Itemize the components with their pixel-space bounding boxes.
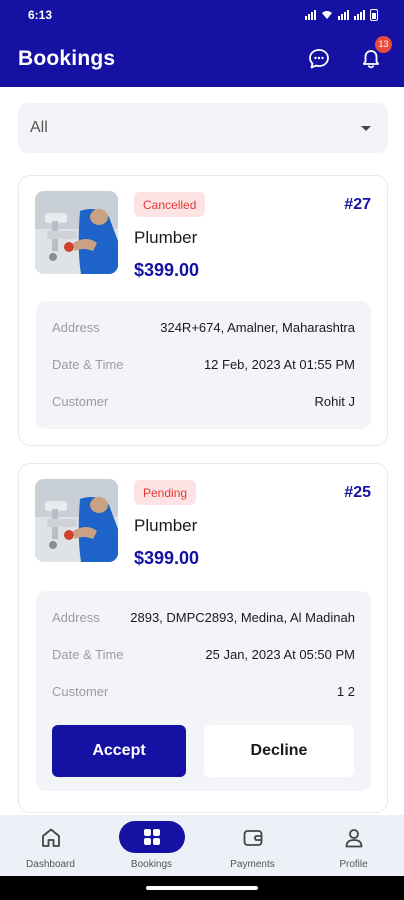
status-bar: 6:13 (0, 0, 404, 30)
home-indicator[interactable] (146, 886, 258, 890)
decline-button[interactable]: Decline (204, 725, 354, 777)
datetime-label: Date & Time (52, 356, 124, 372)
address-row: Address 2893, DMPC2893, Medina, Al Madin… (52, 607, 355, 627)
service-image (35, 191, 118, 274)
accept-button[interactable]: Accept (52, 725, 186, 777)
status-filter-dropdown[interactable]: All (18, 103, 388, 153)
customer-value: Rohit J (314, 393, 355, 409)
nav-label-bookings: Bookings (130, 859, 173, 870)
datetime-label: Date & Time (52, 646, 124, 662)
app-header: Bookings 13 (0, 30, 404, 87)
datetime-row: Date & Time 25 Jan, 2023 At 05:50 PM (52, 644, 355, 664)
customer-row: Customer Rohit J (52, 391, 355, 411)
notification-badge: 13 (375, 35, 392, 53)
caret-down-icon (361, 125, 371, 131)
address-row: Address 324R+674, Amalner, Maharashtra (52, 317, 355, 337)
customer-row: Customer 1 2 (52, 681, 355, 701)
booking-details: Address 324R+674, Amalner, Maharashtra D… (36, 301, 371, 429)
booking-card[interactable]: Pending #25 Plumber $399.00 Address 2893… (18, 463, 388, 813)
address-label: Address (52, 609, 100, 625)
datetime-value: 25 Jan, 2023 At 05:50 PM (205, 646, 355, 662)
header-actions: 13 (306, 35, 392, 72)
status-badge: Cancelled (134, 192, 206, 217)
customer-value: 1 2 (336, 683, 355, 699)
booking-id: #27 (344, 196, 371, 213)
customer-label: Customer (52, 393, 109, 409)
nav-label-dashboard: Dashboard (26, 859, 75, 870)
nav-label-payments: Payments (230, 859, 275, 870)
signal-icon (305, 10, 316, 20)
service-name: Plumber (134, 516, 198, 535)
profile-icon (342, 823, 366, 853)
address-value: 2893, DMPC2893, Medina, Al Madinah (130, 609, 355, 625)
address-label: Address (52, 319, 100, 335)
nav-item-dashboard[interactable]: Dashboard (0, 815, 101, 876)
service-price: $399.00 (134, 548, 200, 568)
booking-card[interactable]: Cancelled #27 Plumber $399.00 Address 32… (18, 175, 388, 446)
signal-icon (338, 10, 349, 20)
address-value: 324R+674, Amalner, Maharashtra (160, 319, 355, 335)
nav-item-bookings[interactable]: Bookings (101, 815, 202, 876)
filter-value: All (30, 119, 48, 136)
notifications-button[interactable]: 13 (358, 35, 392, 72)
bookings-icon (118, 821, 185, 853)
home-icon (39, 823, 63, 853)
chat-button[interactable] (306, 46, 332, 72)
nav-item-profile[interactable]: Profile (303, 815, 404, 876)
status-badge: Pending (134, 480, 197, 505)
status-icons (305, 9, 378, 21)
booking-id: #25 (344, 484, 371, 501)
status-time: 6:13 (28, 8, 53, 22)
nav-item-payments[interactable]: Payments (202, 815, 303, 876)
service-price: $399.00 (134, 260, 200, 280)
wallet-icon (241, 823, 265, 853)
service-image (35, 479, 118, 562)
service-name: Plumber (134, 228, 198, 247)
datetime-value: 12 Feb, 2023 At 01:55 PM (203, 356, 355, 372)
nav-label-profile: Profile (339, 859, 368, 870)
booking-details: Address 2893, DMPC2893, Medina, Al Madin… (36, 591, 371, 791)
page-title: Bookings (18, 46, 116, 70)
customer-label: Customer (52, 683, 109, 699)
datetime-row: Date & Time 12 Feb, 2023 At 01:55 PM (52, 354, 355, 374)
battery-icon (370, 9, 378, 21)
wifi-icon (322, 11, 332, 19)
signal-icon (354, 10, 365, 20)
chat-icon (309, 48, 329, 68)
system-nav-bar (0, 876, 404, 900)
bottom-nav: Dashboard Bookings Payments Profile (0, 815, 404, 876)
